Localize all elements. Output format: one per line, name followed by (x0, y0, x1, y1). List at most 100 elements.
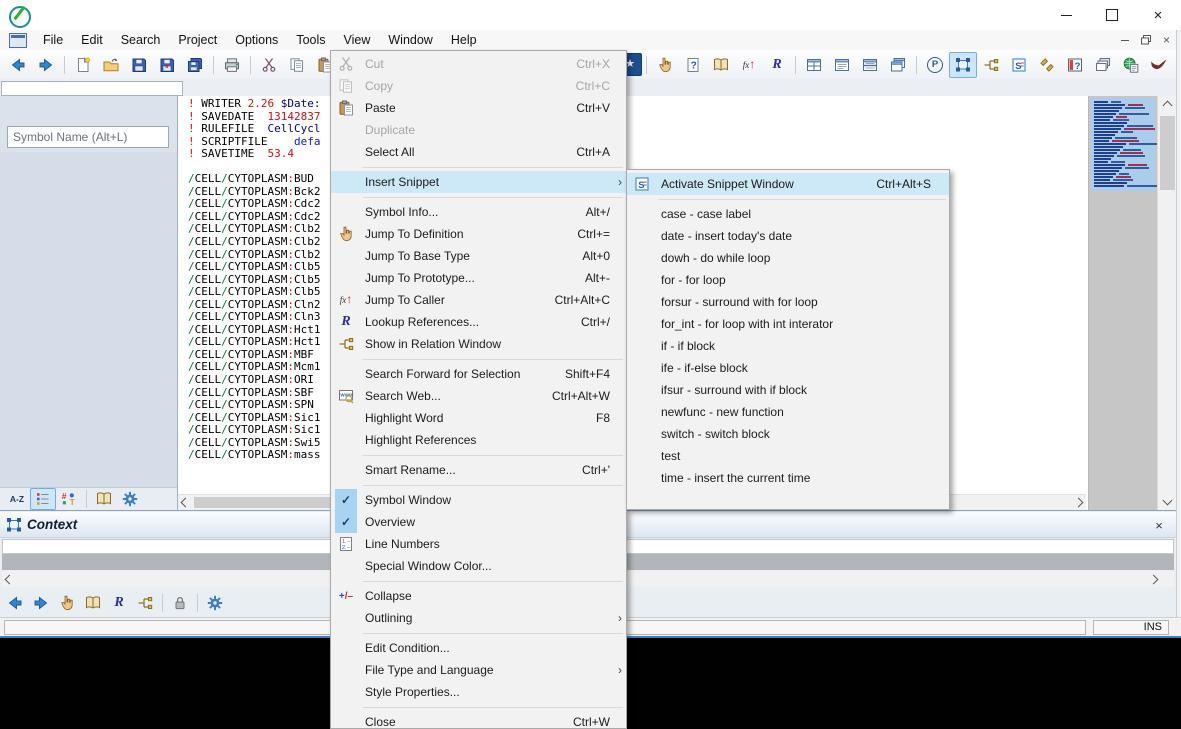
symbol-name-input[interactable] (7, 126, 169, 148)
browse-book-button[interactable] (80, 591, 106, 615)
forward-arrow-button[interactable] (28, 591, 54, 615)
window-menu-item-jump-to-base-type[interactable]: Jump To Base Type Alt+0 (331, 245, 626, 267)
window-menu-item-symbol-window[interactable]: ✓ Symbol Window (331, 489, 626, 511)
hawk-button[interactable] (1145, 52, 1173, 78)
symbol-types-button[interactable]: # T (56, 488, 82, 510)
new-file-button[interactable] (69, 52, 97, 78)
window-menu-item-highlight-word[interactable]: Highlight Word F8 (331, 407, 626, 429)
editor-vertical-scrollbar[interactable] (1157, 96, 1177, 510)
mdi-close-button[interactable]: × (1158, 33, 1175, 47)
context-panel-close-icon[interactable]: × (1150, 516, 1168, 534)
print-button[interactable] (218, 52, 246, 78)
menubar-item-window[interactable]: Window (379, 31, 441, 49)
menubar-item-edit[interactable]: Edit (72, 31, 112, 49)
snippet-menu-item-time-insert-the-current-time[interactable]: time - insert the current time (627, 467, 949, 489)
jump-definition-hand-button[interactable] (651, 52, 679, 78)
snippet-menu-item-for-for-loop[interactable]: for - for loop (627, 269, 949, 291)
scroll-right-arrow[interactable] (1071, 495, 1086, 510)
browse-book-button[interactable] (707, 52, 735, 78)
snippet-menu-item-switch-switch-block[interactable]: switch - switch block (627, 423, 949, 445)
symbol-info-button[interactable]: ? (679, 52, 707, 78)
window-menu-item-jump-to-caller[interactable]: fx ↑ Jump To Caller Ctrl+Alt+C (331, 289, 626, 311)
options-gear-button[interactable] (202, 591, 228, 615)
cut-button[interactable] (255, 52, 283, 78)
snippet-menu-item-case-case-label[interactable]: case - case label (627, 203, 949, 225)
file-filter-input[interactable] (1, 81, 183, 96)
web-page-button[interactable] (1117, 52, 1145, 78)
window-menu-item-smart-rename[interactable]: Smart Rename... Ctrl+' (331, 459, 626, 481)
lookup-references-r-button[interactable]: R (106, 591, 132, 615)
save-all-button[interactable] (181, 52, 209, 78)
scroll-left-arrow[interactable] (178, 495, 193, 510)
window-menu-item-overview[interactable]: ✓ Overview (331, 511, 626, 533)
symbol-list[interactable] (0, 152, 177, 487)
tile-windows-button[interactable] (800, 52, 828, 78)
symbol-list-button[interactable] (30, 488, 56, 510)
minimize-button[interactable] (1043, 0, 1089, 30)
menubar-item-search[interactable]: Search (112, 31, 170, 49)
menubar-item-tools[interactable]: Tools (287, 31, 334, 49)
window-menu-item-search-forward-for-selection[interactable]: Search Forward for Selection Shift+F4 (331, 363, 626, 385)
minimap-viewport[interactable] (1091, 98, 1161, 191)
window-menu-item-show-in-relation-window[interactable]: Show in Relation Window (331, 333, 626, 355)
scroll-left-arrow[interactable] (2, 571, 17, 587)
window-menu-item-file-type-and-language[interactable]: File Type and Language › (331, 659, 626, 681)
mdi-minimize-button[interactable] (1116, 33, 1133, 47)
options-gear-button[interactable] (117, 488, 143, 510)
save-as-button[interactable]: * (153, 52, 181, 78)
window-menu-item-jump-to-definition[interactable]: Jump To Definition Ctrl+= (331, 223, 626, 245)
window-menu-item-edit-condition[interactable]: Edit Condition... (331, 637, 626, 659)
snippet-menu-item-forsur-surround-with-for-loop[interactable]: forsur - surround with for loop (627, 291, 949, 313)
context-window-button[interactable] (949, 51, 977, 78)
window-menu-item-line-numbers[interactable]: 1. 2. Line Numbers (331, 533, 626, 555)
window-menu-item-special-window-color[interactable]: Special Window Color... (331, 555, 626, 577)
scroll-thumb[interactable] (1160, 116, 1175, 190)
overview-minimap[interactable] (1088, 96, 1161, 510)
window-menu-item-select-all[interactable]: Select All Ctrl+A (331, 141, 626, 163)
window-menu-item-symbol-info[interactable]: Symbol Info... Alt+/ (331, 201, 626, 223)
menubar-item-view[interactable]: View (335, 31, 380, 49)
window-menu-item-style-properties[interactable]: Style Properties... (331, 681, 626, 703)
window-menu-item-outlining[interactable]: Outlining › (331, 607, 626, 629)
window-menu-item-highlight-references[interactable]: Highlight References (331, 429, 626, 451)
refactor-pieces-button[interactable] (1033, 52, 1061, 78)
maximize-button[interactable] (1089, 0, 1135, 30)
save-button[interactable] (125, 52, 153, 78)
parse-p-button[interactable]: P (921, 52, 949, 78)
sort-az-button[interactable]: A-Z (4, 488, 30, 510)
menubar-item-file[interactable]: File (34, 31, 72, 49)
back-arrow-button[interactable] (2, 591, 28, 615)
window-menu-item-insert-snippet[interactable]: Insert Snippet › (331, 171, 626, 193)
snippet-menu-item-ifsur-surround-with-if-block[interactable]: ifsur - surround with if block (627, 379, 949, 401)
forward-arrow-button[interactable] (32, 52, 60, 78)
window-menu-item-paste[interactable]: Paste Ctrl+V (331, 97, 626, 119)
scroll-down-arrow[interactable] (1160, 493, 1175, 508)
menubar-item-help[interactable]: Help (442, 31, 486, 49)
browse-book-button[interactable] (91, 488, 117, 510)
snippet-button[interactable]: S (1005, 52, 1033, 78)
window-menu-item-collapse[interactable]: +/– Collapse (331, 585, 626, 607)
copy-button[interactable] (283, 52, 311, 78)
relation-window-button[interactable] (977, 52, 1005, 78)
close-button[interactable]: × (1135, 0, 1181, 30)
scroll-up-arrow[interactable] (1160, 98, 1175, 113)
window-menu-item-close[interactable]: Close Ctrl+W (331, 711, 626, 729)
snippet-menu-item-for-int-for-loop-with-int-interator[interactable]: for_int - for loop with int interator (627, 313, 949, 335)
cascade-windows-button[interactable] (884, 52, 912, 78)
window-menu-item-jump-to-prototype[interactable]: Jump To Prototype... Alt+- (331, 267, 626, 289)
split-window-button[interactable] (856, 52, 884, 78)
window-stack-button[interactable] (1089, 52, 1117, 78)
single-window-button[interactable] (828, 52, 856, 78)
window-menu-item-search-web[interactable]: WWW Search Web... Ctrl+Alt+W (331, 385, 626, 407)
lock-button[interactable] (167, 591, 193, 615)
window-menu-item-lookup-references[interactable]: R Lookup References... Ctrl+/ (331, 311, 626, 333)
snippet-menu-item-newfunc-new-function[interactable]: newfunc - new function (627, 401, 949, 423)
jump-definition-hand-button[interactable] (54, 591, 80, 615)
snippet-menu-item-test[interactable]: test (627, 445, 949, 467)
scroll-right-arrow[interactable] (1146, 571, 1161, 587)
open-file-button[interactable] (97, 52, 125, 78)
jump-caller-fx-button[interactable]: fx ↑ (735, 52, 763, 78)
mdi-restore-button[interactable] (1137, 33, 1154, 47)
snippet-menu-item-if-if-block[interactable]: if - if block (627, 335, 949, 357)
relation-window-button[interactable] (132, 591, 158, 615)
